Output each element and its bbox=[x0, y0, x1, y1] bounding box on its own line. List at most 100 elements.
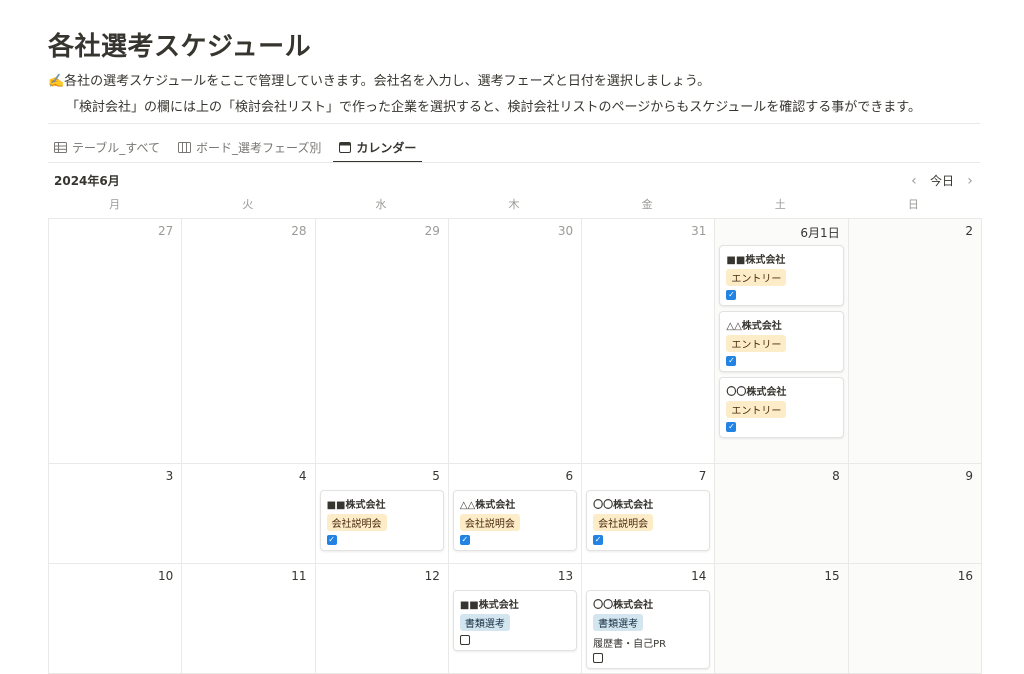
day-number: 12 bbox=[424, 569, 440, 583]
day-number: 6月1日 bbox=[800, 226, 840, 240]
calendar-grid: 27 28 29 30 31 6月1日 ■■株式会社 エントリー ✓ △△株式会社 エントリー ✓ 〇〇… bbox=[48, 218, 982, 674]
day-number: 2 bbox=[965, 224, 973, 238]
day-number: 4 bbox=[298, 469, 307, 483]
calendar-day[interactable]: 4 bbox=[182, 464, 316, 564]
calendar-day[interactable]: 6月1日 ■■株式会社 エントリー ✓ △△株式会社 エントリー ✓ 〇〇株式会社 エントリー ✓ bbox=[715, 219, 849, 464]
calendar-day[interactable]: 13 ■■株式会社 書類選考 bbox=[448, 564, 583, 674]
calendar-day[interactable]: 12 bbox=[315, 564, 449, 674]
day-number: 9 bbox=[965, 469, 973, 483]
calendar-icon bbox=[339, 141, 352, 153]
calendar-day[interactable]: 11 bbox=[182, 564, 316, 674]
calendar-day[interactable]: 15 bbox=[715, 564, 849, 674]
phase-tag: 会社説明会 bbox=[593, 514, 654, 531]
event-card[interactable]: ■■株式会社エントリー ✓ bbox=[719, 245, 844, 306]
chevron-left-icon[interactable]: ‹ bbox=[904, 173, 924, 189]
chevron-right-icon[interactable]: › bbox=[960, 173, 980, 189]
tab-label: ボード_選考フェーズ別 bbox=[195, 140, 322, 155]
checkbox-unchecked-icon[interactable] bbox=[593, 653, 604, 663]
tab-table[interactable]: テーブル_すべて bbox=[48, 132, 166, 162]
day-number: 7 bbox=[698, 469, 707, 483]
checkbox-checked-icon[interactable]: ✓ bbox=[459, 535, 470, 545]
divider bbox=[48, 123, 980, 124]
weekday-label: 水 bbox=[375, 198, 387, 211]
event-company: 〇〇株式会社 bbox=[593, 600, 654, 611]
phase-tag: 書類選考 bbox=[593, 614, 644, 631]
calendar-day[interactable]: 30 bbox=[448, 219, 583, 464]
event-card[interactable]: △△株式会社会社説明会 ✓ bbox=[452, 490, 578, 551]
phase-tag: エントリー bbox=[726, 401, 787, 418]
calendar-day[interactable]: 31 bbox=[582, 219, 716, 464]
calendar-day[interactable]: 5 ■■株式会社 会社説明会 ✓ bbox=[315, 464, 449, 564]
calendar-day[interactable]: 7 〇〇株式会社会社説明会 ✓ bbox=[582, 464, 716, 564]
event-card[interactable]: 〇〇株式会社エントリー ✓ bbox=[719, 377, 844, 438]
event-card[interactable]: 〇〇株式会社会社説明会 ✓ bbox=[586, 490, 711, 551]
calendar-nav: ‹ 今日 › bbox=[904, 170, 980, 191]
day-number: 27 bbox=[158, 224, 174, 238]
event-company: ■■株式会社 bbox=[326, 500, 386, 511]
event-company: △△株式会社 bbox=[726, 321, 782, 332]
event-card[interactable]: ■■株式会社 書類選考 bbox=[452, 590, 578, 651]
calendar-week: 3 4 5 ■■株式会社 会社説明会 ✓ 6 △△株式会社 会社説明会 ✓ 7 〇〇株式会社 会社説明会… bbox=[49, 464, 982, 564]
today-button[interactable]: 今日 bbox=[924, 170, 960, 191]
calendar-day[interactable]: 9 bbox=[848, 464, 982, 564]
phase-tag: エントリー bbox=[726, 269, 787, 286]
page-description: ✍️各社の選考スケジュールをここで管理していきます。会社名を入力し、選考フェーズ… bbox=[48, 74, 711, 89]
event-company: 〇〇株式会社 bbox=[726, 387, 787, 398]
day-number: 13 bbox=[557, 569, 574, 583]
tab-divider bbox=[48, 162, 980, 163]
day-number: 15 bbox=[824, 569, 840, 583]
calendar-day[interactable]: 27 bbox=[49, 219, 183, 464]
day-number: 28 bbox=[291, 224, 307, 238]
calendar-day[interactable]: 8 bbox=[715, 464, 849, 564]
event-card[interactable]: 〇〇株式会社 書類選考 履歴書・自己PR bbox=[586, 590, 711, 669]
phase-tag: 書類選考 bbox=[459, 614, 510, 631]
day-number: 3 bbox=[165, 469, 174, 483]
event-card[interactable]: △△株式会社エントリー ✓ bbox=[719, 311, 844, 372]
calendar-day[interactable]: 14 〇〇株式会社 書類選考 履歴書・自己PR bbox=[582, 564, 716, 674]
day-number: 5 bbox=[432, 469, 440, 483]
day-number: 14 bbox=[691, 569, 707, 583]
checkbox-checked-icon[interactable]: ✓ bbox=[326, 535, 337, 545]
event-company: ■■株式会社 bbox=[726, 255, 786, 266]
tab-board[interactable]: ボード_選考フェーズ別 bbox=[172, 132, 327, 162]
event-company: 〇〇株式会社 bbox=[593, 500, 654, 511]
table-icon bbox=[54, 141, 67, 153]
event-card[interactable]: ■■株式会社 会社説明会 ✓ bbox=[319, 490, 444, 551]
day-number: 29 bbox=[424, 224, 440, 238]
view-tabs: テーブル_すべて ボード_選考フェーズ別 カレンダー bbox=[48, 132, 428, 163]
board-icon bbox=[177, 141, 191, 153]
tab-label: テーブル_すべて bbox=[72, 140, 160, 155]
calendar-day[interactable]: 28 bbox=[182, 219, 316, 464]
calendar-day[interactable]: 16 bbox=[848, 564, 982, 674]
weekday-label: 木 bbox=[508, 198, 520, 211]
calendar-day[interactable]: 29 bbox=[315, 219, 449, 464]
tab-label: カレンダー bbox=[356, 140, 417, 155]
weekday-label: 金 bbox=[641, 198, 653, 211]
calendar-day[interactable]: 2 bbox=[848, 219, 982, 464]
day-number: 31 bbox=[691, 224, 707, 238]
checkbox-checked-icon[interactable]: ✓ bbox=[726, 290, 737, 300]
day-number: 30 bbox=[557, 224, 574, 238]
day-number: 16 bbox=[957, 569, 973, 583]
page-description-note: 「検討会社」の欄には上の「検討会社リスト」で作った企業を選択すると、検討会社リス… bbox=[66, 100, 922, 115]
day-number: 10 bbox=[158, 569, 174, 583]
checkbox-checked-icon[interactable]: ✓ bbox=[593, 535, 604, 545]
checkbox-unchecked-icon[interactable] bbox=[459, 635, 470, 645]
calendar-day[interactable]: 6 △△株式会社 会社説明会 ✓ bbox=[448, 464, 583, 564]
phase-tag: 会社説明会 bbox=[459, 514, 520, 531]
weekday-header: 月火水木金土日 bbox=[48, 196, 980, 212]
weekday-label: 月 bbox=[109, 198, 121, 211]
weekday-label: 日 bbox=[907, 198, 919, 211]
phase-tag: エントリー bbox=[726, 335, 787, 352]
checkbox-checked-icon[interactable]: ✓ bbox=[726, 422, 737, 432]
calendar-day[interactable]: 10 bbox=[49, 564, 183, 674]
weekday-label: 火 bbox=[242, 198, 254, 211]
tab-calendar[interactable]: カレンダー bbox=[333, 132, 423, 163]
day-number: 8 bbox=[832, 469, 840, 483]
month-label: 2024年6月 bbox=[54, 174, 120, 188]
checkbox-checked-icon[interactable]: ✓ bbox=[726, 356, 737, 366]
day-number: 11 bbox=[291, 569, 307, 583]
weekday-label: 土 bbox=[774, 198, 786, 211]
calendar-day[interactable]: 3 bbox=[49, 464, 183, 564]
event-company: △△株式会社 bbox=[459, 500, 516, 511]
